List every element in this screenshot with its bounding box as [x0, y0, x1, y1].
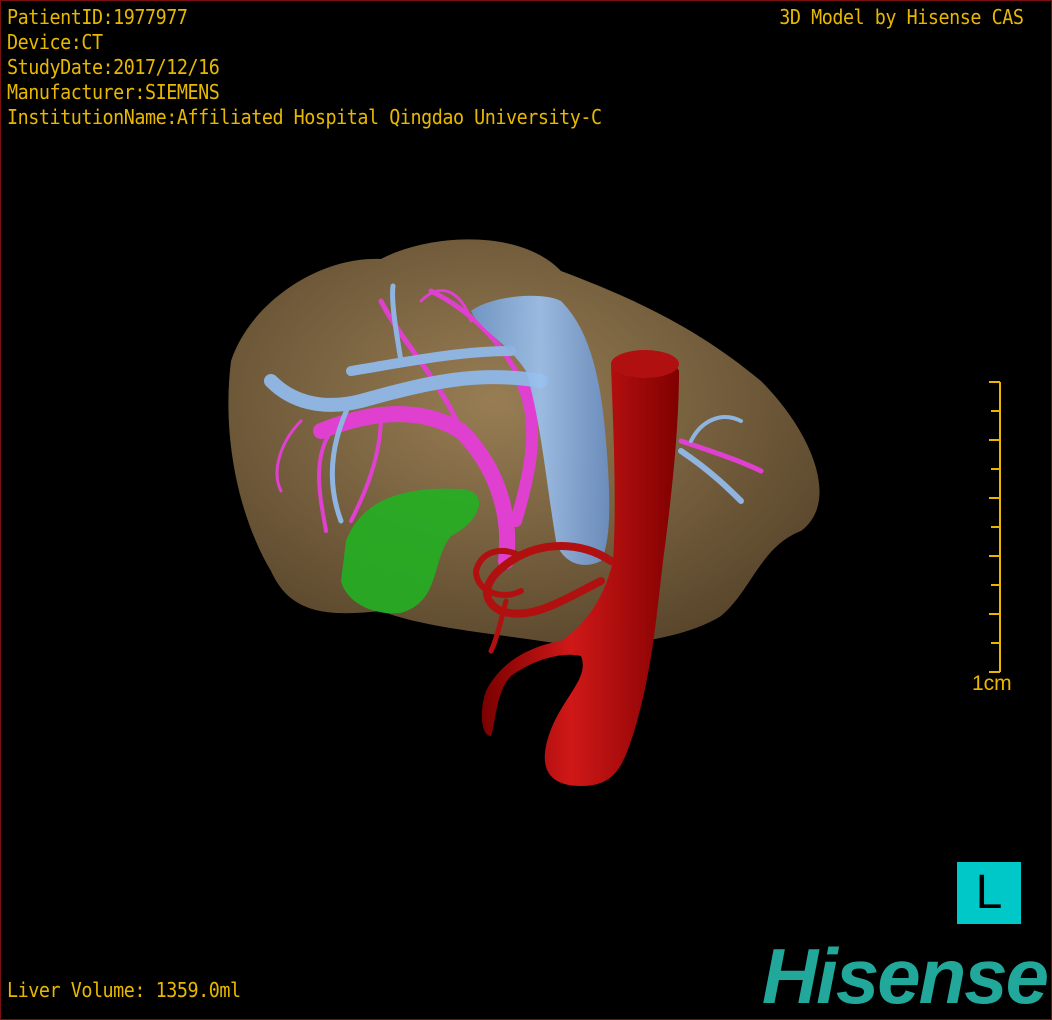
- model-credit: 3D Model by Hisense CAS: [778, 5, 1024, 29]
- institution-name: InstitutionName:Affiliated Hospital Qing…: [7, 105, 602, 129]
- 3d-viewport[interactable]: PatientID:1977977 Device:CT StudyDate:20…: [0, 0, 1052, 1020]
- study-date: StudyDate:2017/12/16: [7, 55, 220, 79]
- aorta-top: [611, 350, 679, 378]
- patient-info: PatientID:1977977 Device:CT StudyDate:20…: [7, 5, 602, 130]
- liver-3d-model[interactable]: [1, 1, 1052, 1020]
- scale-bar-label: 1cm: [972, 672, 1012, 695]
- orientation-marker[interactable]: L: [957, 862, 1021, 924]
- hisense-logo: Hisense: [761, 932, 1049, 1020]
- manufacturer: Manufacturer:SIEMENS: [7, 80, 220, 104]
- patient-id: PatientID:1977977: [7, 5, 188, 29]
- scale-bar: [989, 381, 1001, 673]
- device: Device:CT: [7, 30, 103, 54]
- liver-volume: Liver Volume: 1359.0ml: [7, 978, 241, 1002]
